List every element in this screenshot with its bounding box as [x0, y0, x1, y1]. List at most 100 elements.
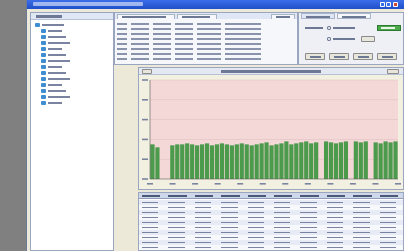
- tree-item[interactable]: [41, 59, 111, 64]
- summary-grid-row[interactable]: [115, 57, 297, 61]
- table-cell: [247, 222, 264, 223]
- tab-summary-2[interactable]: [177, 14, 217, 19]
- grid-cell: [131, 33, 149, 35]
- tree-item[interactable]: [41, 47, 111, 52]
- x-tick-label: [349, 183, 356, 185]
- option-radio-2[interactable]: [327, 37, 331, 41]
- tree-item[interactable]: [41, 101, 111, 106]
- tree-item-label: [48, 36, 66, 38]
- chart-bar: [214, 144, 220, 179]
- chart-options-button[interactable]: [387, 69, 399, 74]
- table-cell: [168, 202, 185, 203]
- chart-bar: [224, 144, 229, 179]
- table-column-header[interactable]: [247, 195, 266, 197]
- table-cell: [168, 217, 185, 218]
- grid-cell: [117, 23, 127, 25]
- table-column-header[interactable]: [142, 195, 161, 197]
- table-column-header[interactable]: [168, 195, 187, 197]
- table-column-header[interactable]: [274, 195, 293, 197]
- grid-cell: [197, 38, 221, 40]
- table-column-header[interactable]: [194, 195, 214, 197]
- table-cell: [274, 237, 291, 238]
- tree-item[interactable]: [41, 89, 111, 94]
- summary-grid-row[interactable]: [115, 47, 297, 51]
- table-cell: [353, 207, 370, 208]
- chart-bar: [269, 145, 274, 179]
- tab-label: [182, 16, 210, 18]
- summary-grid-row[interactable]: [115, 52, 297, 56]
- table-cell: [247, 232, 264, 233]
- x-tick-label: [395, 183, 401, 185]
- table-cell: [300, 247, 317, 248]
- tree-item[interactable]: [41, 77, 111, 82]
- tab-summary-3[interactable]: [271, 14, 295, 19]
- chart-bar: [185, 143, 190, 179]
- close-button[interactable]: [393, 2, 398, 7]
- tab-control-2[interactable]: [337, 13, 371, 19]
- tree-item[interactable]: [41, 41, 111, 46]
- action-button-3[interactable]: [353, 53, 373, 60]
- grid-cell: [153, 23, 171, 25]
- summary-grid-row[interactable]: [115, 37, 297, 41]
- option-radio-1[interactable]: [327, 26, 331, 30]
- table-cell: [300, 242, 317, 243]
- table-row[interactable]: [139, 245, 403, 250]
- summary-grid-row[interactable]: [115, 42, 297, 46]
- window-title-bar[interactable]: [27, 0, 404, 9]
- tree-item[interactable]: [41, 71, 111, 76]
- table-cell: [326, 227, 344, 228]
- chart-bar: [289, 144, 294, 179]
- table-cell: [142, 247, 159, 248]
- table-column-header[interactable]: [221, 195, 240, 197]
- table-cell: [194, 227, 212, 228]
- grid-cell: [175, 53, 193, 55]
- folder-icon: [41, 53, 46, 57]
- tree-item[interactable]: [41, 83, 111, 88]
- desktop-background: [0, 0, 26, 251]
- chart-bar: [249, 145, 254, 179]
- window-title: [33, 2, 143, 6]
- chart-tool-button[interactable]: [142, 69, 152, 74]
- table-cell: [274, 227, 291, 228]
- table-cell: [194, 242, 212, 243]
- table-cell: [247, 207, 264, 208]
- tab-control-1[interactable]: [301, 13, 335, 19]
- x-tick-label: [327, 183, 334, 185]
- grid-cell: [175, 43, 193, 45]
- table-column-header[interactable]: [353, 195, 372, 197]
- chart-bar: [393, 141, 398, 179]
- action-button-1[interactable]: [305, 53, 325, 60]
- table-cell: [168, 232, 185, 233]
- grid-cell: [153, 38, 171, 40]
- grid-cell: [117, 58, 127, 60]
- tab-summary-1[interactable]: [117, 14, 175, 19]
- maximize-button[interactable]: [386, 2, 391, 7]
- table-cell: [326, 222, 344, 223]
- table-cell: [247, 217, 264, 218]
- table-column-header[interactable]: [379, 195, 398, 197]
- summary-grid-row[interactable]: [115, 27, 297, 31]
- table-column-header[interactable]: [326, 195, 346, 197]
- action-button-2[interactable]: [329, 53, 349, 60]
- chart-panel: [138, 67, 404, 190]
- option-button[interactable]: [361, 36, 375, 42]
- summary-grid-row[interactable]: [115, 32, 297, 36]
- option-label-1: [333, 27, 355, 29]
- minimize-button[interactable]: [380, 2, 385, 7]
- tree-item[interactable]: [41, 29, 111, 34]
- tree-item-label: [48, 48, 62, 50]
- table-cell: [221, 247, 238, 248]
- tree-item[interactable]: [41, 65, 111, 70]
- summary-grid-row[interactable]: [115, 22, 297, 26]
- action-button-4[interactable]: [377, 53, 397, 60]
- table-column-header[interactable]: [300, 195, 319, 197]
- tree-item[interactable]: [41, 35, 111, 40]
- grid-cell: [117, 43, 127, 45]
- chart-bar: [388, 142, 393, 179]
- folder-icon: [41, 47, 46, 51]
- tree-item[interactable]: [41, 95, 111, 100]
- tree-item[interactable]: [35, 23, 111, 28]
- table-cell: [221, 242, 238, 243]
- grid-cell: [153, 48, 171, 50]
- tree-item[interactable]: [41, 53, 111, 58]
